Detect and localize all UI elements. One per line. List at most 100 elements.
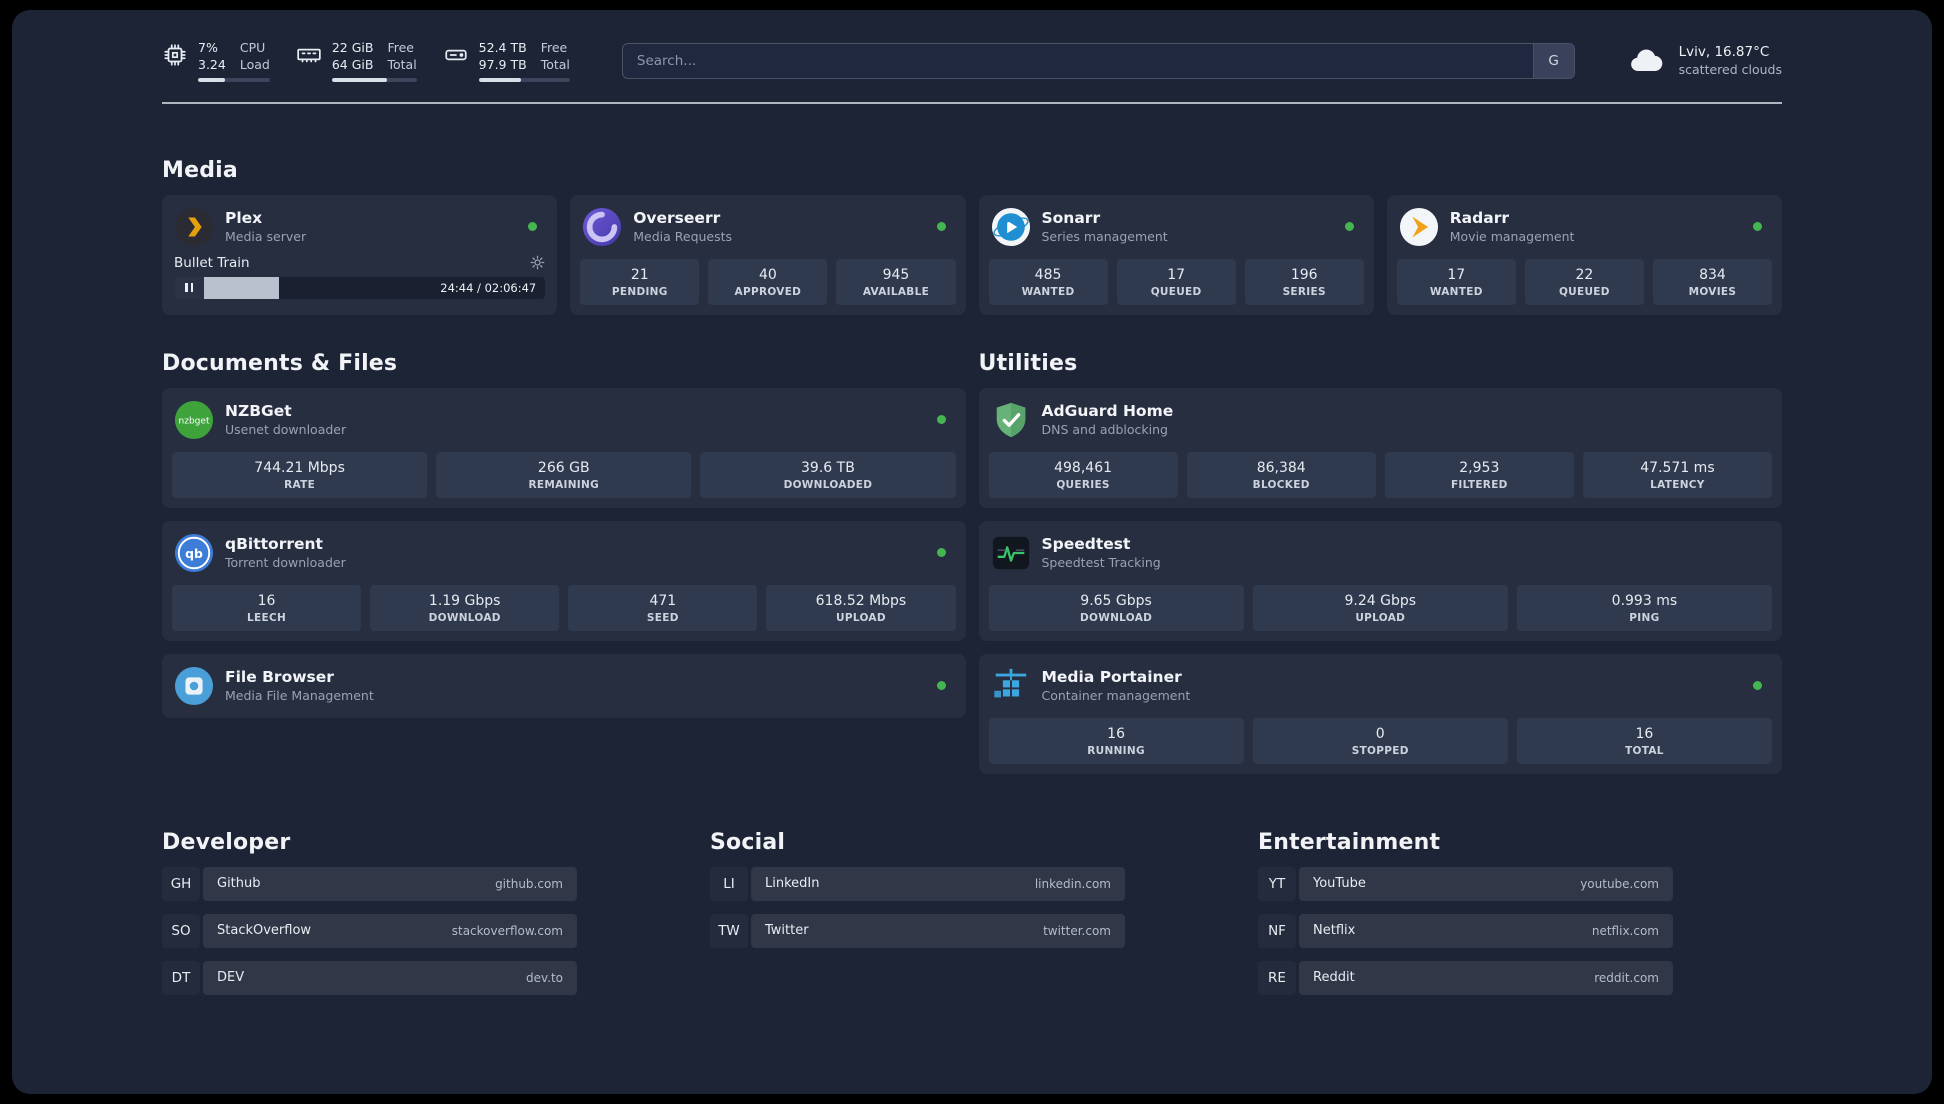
stat-latency: 47.571 ms LATENCY — [1582, 451, 1772, 498]
service-name: Overseerr — [633, 209, 721, 227]
status-dot — [936, 222, 946, 231]
section-title-social: Social — [710, 829, 786, 855]
bookmark-github[interactable]: GH Github github.com — [162, 866, 577, 901]
ram-total-label: Total — [387, 57, 417, 73]
cpu-load-label: Load — [239, 57, 270, 73]
bookmark-name: StackOverflow — [217, 923, 312, 938]
stat-upload: 9.24 Gbps UPLOAD — [1252, 584, 1508, 631]
search-input[interactable] — [621, 42, 1575, 79]
ram-free-value: 22 GiB — [331, 40, 374, 55]
dashboard-panel: 7% CPU 3.24 Load 22 GiB Free 64 GiB Tota… — [12, 10, 1932, 1094]
bookmark-url: youtube.com — [1580, 876, 1659, 891]
bookmark-name: Twitter — [765, 923, 809, 938]
stat-queued: 17 QUEUED — [1116, 258, 1236, 305]
settings-gear-icon[interactable] — [530, 255, 545, 270]
service-card-sonarr[interactable]: Sonarr Series management 485 WANTED 17 Q… — [978, 194, 1374, 315]
weather-widget: Lviv, 16.87°C scattered clouds — [1627, 41, 1782, 81]
speedtest-icon — [991, 533, 1031, 573]
service-card-speedtest[interactable]: Speedtest Speedtest Tracking 9.65 Gbps D… — [978, 520, 1782, 641]
now-playing-title: Bullet Train — [174, 254, 250, 271]
plex-now-playing-widget: Bullet Train 24:44 / 02:06:47 — [172, 255, 547, 299]
bookmark-abbr: RE — [1258, 961, 1296, 995]
topbar: 7% CPU 3.24 Load 22 GiB Free 64 GiB Tota… — [162, 40, 1782, 82]
weather-condition: scattered clouds — [1678, 62, 1782, 78]
bookmark-abbr: NF — [1258, 914, 1296, 948]
search-provider-button[interactable]: G — [1532, 43, 1574, 78]
stat-queries: 498,461 QUERIES — [988, 451, 1178, 498]
service-card-nzbget[interactable]: nzbget NZBGet Usenet downloader 744.21 M… — [162, 387, 966, 508]
ram-progressbar — [331, 77, 417, 82]
media-section: Media Plex Media server Bullet Train 24:… — [162, 158, 1782, 315]
stat-seed: 471 SEED — [568, 584, 758, 631]
svg-text:nzbget: nzbget — [178, 416, 209, 426]
service-name: NZBGet — [225, 402, 292, 420]
stat-available: 945 AVAILABLE — [836, 258, 956, 305]
cpu-label: CPU — [239, 40, 266, 55]
service-card-radarr[interactable]: Radarr Movie management 17 WANTED 22 QUE… — [1386, 194, 1782, 315]
status-dot — [936, 681, 946, 690]
bookmark-abbr: TW — [710, 914, 748, 948]
bookmark-url: linkedin.com — [1034, 876, 1111, 891]
bookmark-url: github.com — [495, 876, 563, 891]
service-card-portainer[interactable]: Media Portainer Container management 16 … — [978, 653, 1782, 774]
bookmark-youtube[interactable]: YT YouTube youtube.com — [1258, 866, 1673, 901]
section-title-developer: Developer — [162, 829, 291, 855]
stat-upload: 618.52 Mbps UPLOAD — [766, 584, 956, 631]
section-title-files: Documents & Files — [162, 350, 398, 376]
ram-icon — [297, 48, 321, 63]
stat-remaining: 266 GB REMAINING — [436, 451, 692, 498]
service-card-filebrowser[interactable]: File Browser Media File Management — [162, 653, 966, 718]
bookmark-group-developer: Developer GH Github github.com SO StackO… — [162, 830, 686, 1008]
cpu-percent: 7% — [198, 40, 218, 55]
stat-download: 9.65 Gbps DOWNLOAD — [988, 584, 1244, 631]
service-card-overseerr[interactable]: Overseerr Media Requests 21 PENDING 40 A… — [570, 194, 966, 315]
service-card-adguard[interactable]: AdGuard Home DNS and adblocking 498,461 … — [978, 387, 1782, 508]
bookmark-dev[interactable]: DT DEV dev.to — [162, 960, 577, 995]
filebrowser-icon — [174, 666, 214, 706]
ram-free-label: Free — [387, 40, 414, 55]
service-description: Movie management — [1449, 229, 1575, 244]
service-card-plex[interactable]: Plex Media server Bullet Train 24:44 / 0… — [162, 194, 558, 315]
bookmark-group-entertainment: Entertainment YT YouTube youtube.com NF … — [1258, 830, 1782, 1008]
bookmark-abbr: SO — [162, 914, 200, 948]
bookmark-name: Netflix — [1313, 923, 1356, 938]
cpu-progressbar — [198, 77, 270, 82]
seek-bar[interactable]: 24:44 / 02:06:47 — [204, 276, 546, 299]
service-name: File Browser — [225, 668, 334, 686]
stat-queued: 22 QUEUED — [1524, 258, 1644, 305]
service-name: Plex — [225, 209, 263, 227]
bookmark-url: netflix.com — [1591, 923, 1659, 938]
stat-ping: 0.993 ms PING — [1516, 584, 1772, 631]
service-description: Torrent downloader — [225, 555, 346, 570]
stat-approved: 40 APPROVED — [708, 258, 828, 305]
bookmark-netflix[interactable]: NF Netflix netflix.com — [1258, 913, 1673, 948]
bookmark-stackoverflow[interactable]: SO StackOverflow stackoverflow.com — [162, 913, 577, 948]
status-dot — [936, 415, 946, 424]
service-description: Container management — [1041, 688, 1191, 703]
service-description: Media Requests — [633, 229, 733, 244]
seek-progress — [204, 276, 280, 299]
service-card-qbittorrent[interactable]: qb qBittorrent Torrent downloader 16 LEE… — [162, 520, 966, 641]
bookmark-abbr: GH — [162, 867, 200, 901]
service-description: Media File Management — [225, 688, 374, 703]
bookmarks-section: Developer GH Github github.com SO StackO… — [162, 830, 1782, 1008]
stat-download: 1.19 Gbps DOWNLOAD — [370, 584, 560, 631]
stat-downloaded: 39.6 TB DOWNLOADED — [700, 451, 956, 498]
cpu-load-value: 3.24 — [198, 57, 226, 73]
stat-rate: 744.21 Mbps RATE — [172, 451, 428, 498]
stat-pending: 21 PENDING — [580, 258, 700, 305]
pause-button[interactable] — [174, 276, 204, 299]
stat-series: 196 SERIES — [1244, 258, 1364, 305]
utilities-section: Utilities AdGuard Home DNS and adblockin… — [978, 350, 1782, 774]
bookmark-reddit[interactable]: RE Reddit reddit.com — [1258, 960, 1673, 995]
stat-running: 16 RUNNING — [988, 717, 1244, 764]
cpu-widget: 7% CPU 3.24 Load — [162, 40, 270, 82]
service-name: Radarr — [1449, 209, 1509, 227]
bookmark-twitter[interactable]: TW Twitter twitter.com — [710, 913, 1125, 948]
portainer-icon — [991, 666, 1031, 706]
disk-progressbar — [478, 77, 570, 82]
section-title-utilities: Utilities — [978, 350, 1078, 376]
disk-total-label: Total — [540, 57, 570, 73]
radarr-icon — [1399, 207, 1439, 247]
bookmark-linkedin[interactable]: LI LinkedIn linkedin.com — [710, 866, 1125, 901]
